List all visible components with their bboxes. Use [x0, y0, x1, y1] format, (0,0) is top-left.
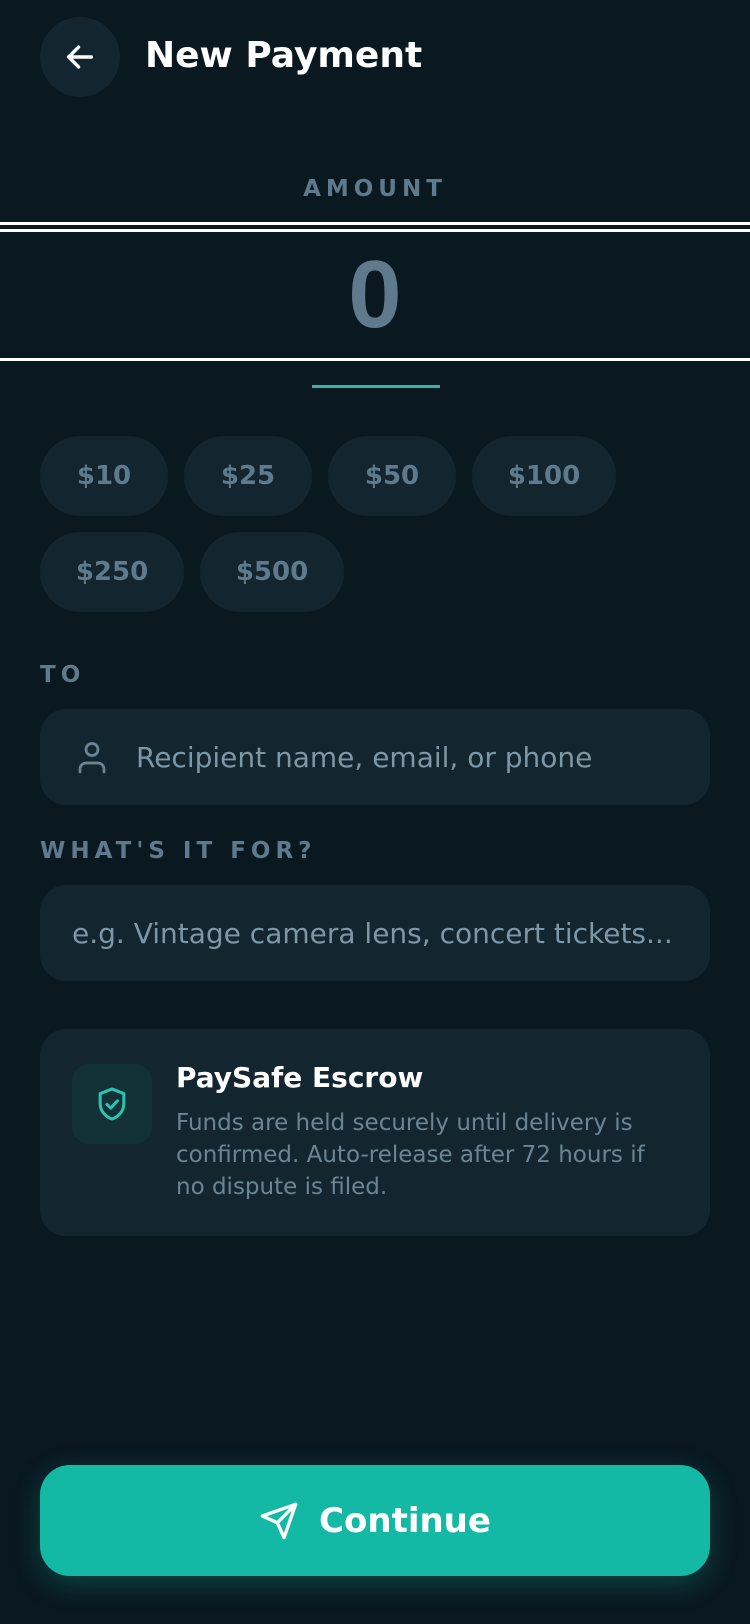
quick-amount-250-button[interactable]: $250 — [40, 532, 184, 612]
quick-amount-100-button[interactable]: $100 — [472, 436, 616, 516]
escrow-description: Funds are held securely until delivery i… — [176, 1110, 645, 1200]
shield-check-icon — [98, 1087, 126, 1121]
quick-amount-25-button[interactable]: $25 — [184, 436, 312, 516]
send-icon — [259, 1501, 299, 1541]
purpose-label: WHAT'S IT FOR? — [40, 838, 317, 864]
header: New Payment — [0, 0, 750, 115]
back-button[interactable] — [40, 17, 120, 97]
quick-amount-10-button[interactable]: $10 — [40, 436, 168, 516]
amount-field — [0, 222, 750, 361]
purpose-field — [40, 885, 710, 981]
quick-amount-50-button[interactable]: $50 — [328, 436, 456, 516]
shield-icon-container — [72, 1064, 152, 1144]
purpose-input[interactable] — [72, 885, 692, 981]
page-title: New Payment — [145, 35, 423, 76]
recipient-input[interactable] — [136, 709, 696, 805]
recipient-label: TO — [40, 662, 86, 688]
arrow-left-icon — [66, 45, 94, 69]
amount-label: AMOUNT — [303, 176, 447, 202]
recipient-field — [40, 709, 710, 805]
continue-button[interactable]: Continue — [40, 1465, 710, 1576]
escrow-title: PaySafe Escrow — [176, 1061, 424, 1094]
quick-amount-500-button[interactable]: $500 — [200, 532, 344, 612]
escrow-info-card: PaySafe Escrow Funds are held securely u… — [40, 1029, 710, 1236]
amount-input[interactable] — [0, 232, 750, 358]
person-icon — [78, 742, 106, 774]
amount-underline — [312, 385, 440, 388]
continue-label: Continue — [319, 1500, 491, 1541]
